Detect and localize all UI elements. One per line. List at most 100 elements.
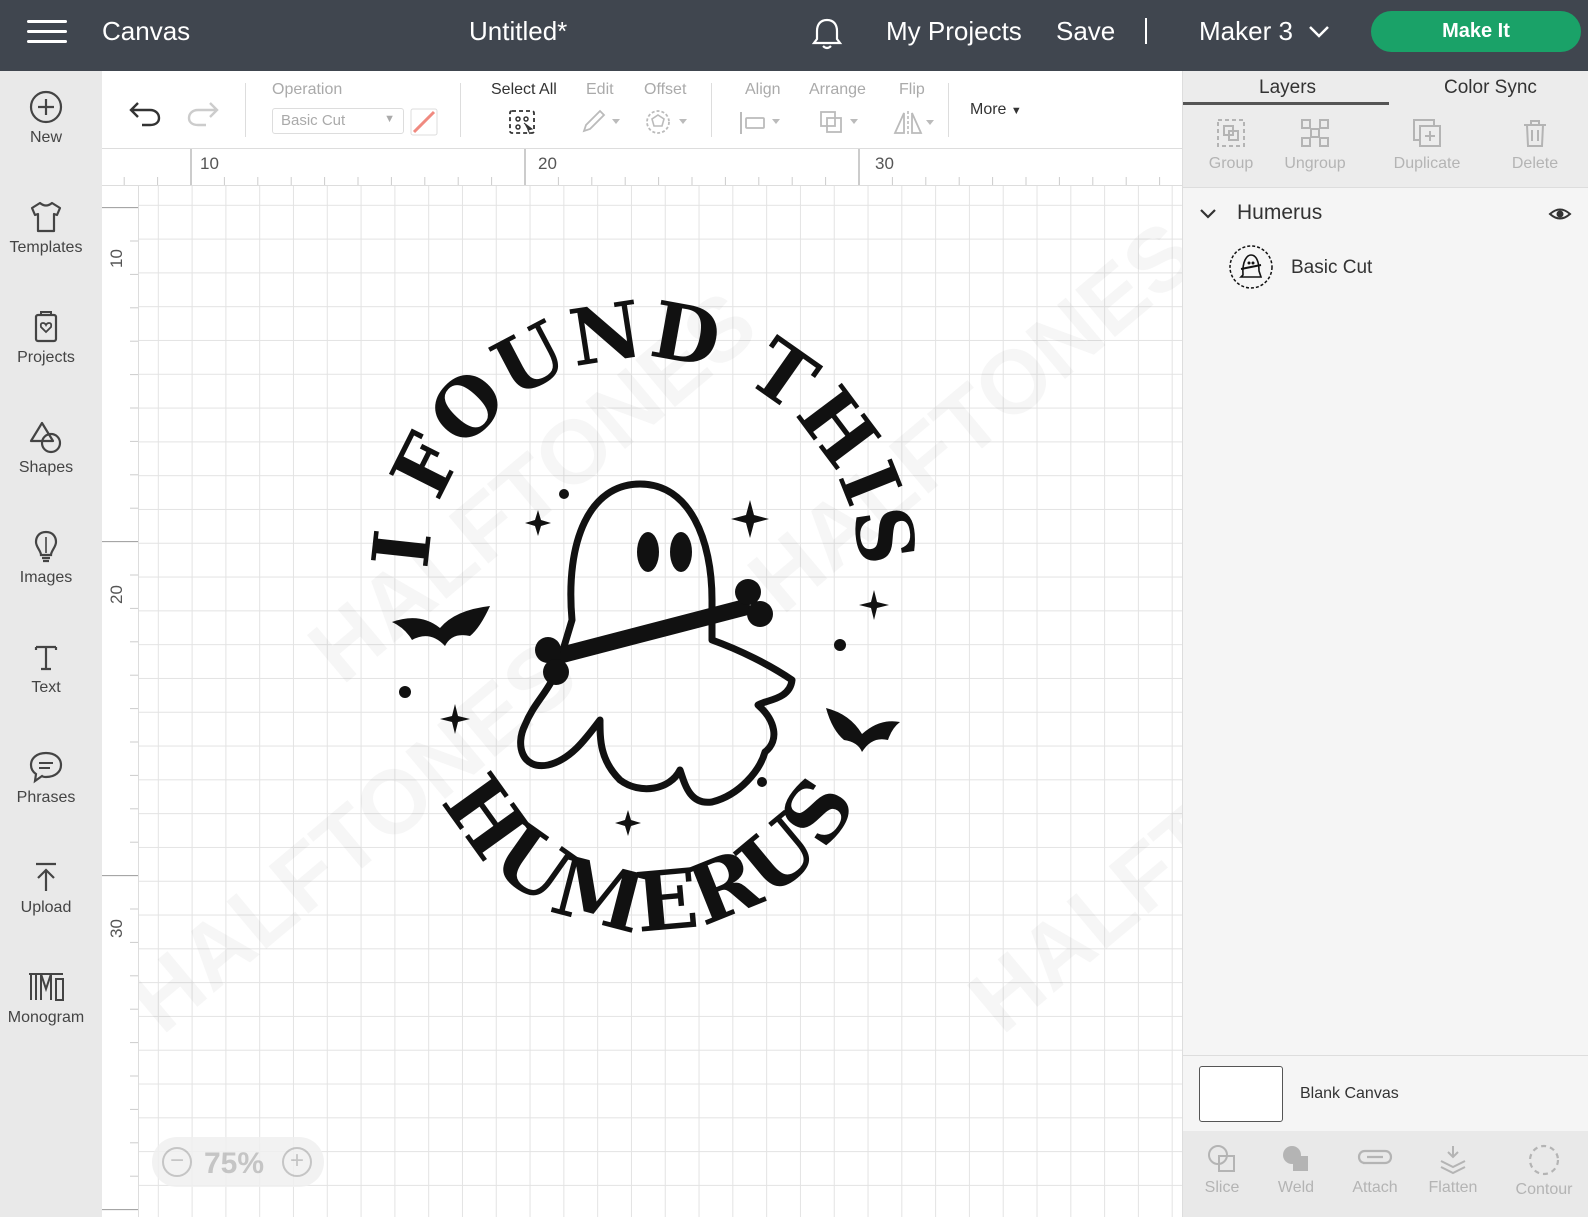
- my-projects-link[interactable]: My Projects: [886, 16, 1022, 47]
- delete-button[interactable]: Delete: [1503, 117, 1567, 173]
- flip-icon[interactable]: [892, 108, 938, 138]
- design-top-text: I FOUND THIS: [356, 284, 933, 573]
- blank-canvas-swatch[interactable]: [1199, 1066, 1283, 1122]
- document-title[interactable]: Untitled*: [469, 16, 567, 47]
- slice-label: Slice: [1204, 1179, 1240, 1196]
- design-canvas[interactable]: HALFTONES HALFTONES HALFTONES HALFTONES …: [139, 186, 1182, 1217]
- align-icon[interactable]: [738, 109, 784, 137]
- edit-label: Edit: [586, 81, 614, 98]
- speech-bubble-icon: [29, 751, 63, 784]
- weld-button[interactable]: Weld: [1271, 1143, 1321, 1197]
- hamburger-menu-icon[interactable]: [27, 20, 67, 44]
- flatten-icon: [1440, 1146, 1466, 1175]
- duplicate-label: Duplicate: [1393, 155, 1461, 172]
- duplicate-button[interactable]: Duplicate: [1387, 117, 1467, 173]
- ghost-eye: [670, 532, 692, 572]
- sidebar-item-label: Text: [31, 679, 61, 696]
- sidebar-item-projects[interactable]: Projects: [0, 309, 92, 367]
- toolbar-divider: [948, 83, 949, 137]
- left-ruler: 10 20 30: [102, 186, 139, 1217]
- machine-select[interactable]: Maker 3: [1199, 16, 1293, 47]
- sidebar-item-shapes[interactable]: Shapes: [0, 419, 92, 477]
- shapes-icon: [29, 421, 62, 454]
- blank-canvas-row[interactable]: Blank Canvas: [1183, 1055, 1588, 1131]
- sidebar-item-phrases[interactable]: Phrases: [0, 749, 92, 807]
- text-icon: [34, 645, 58, 671]
- layer-thumbnail: [1229, 245, 1273, 289]
- sidebar-item-monogram[interactable]: Monogram: [0, 969, 92, 1027]
- sidebar-item-new[interactable]: New: [0, 89, 92, 147]
- make-it-button[interactable]: Make It: [1371, 11, 1581, 52]
- blank-canvas-label: Blank Canvas: [1300, 1085, 1399, 1102]
- layer-group-row[interactable]: Humerus: [1183, 189, 1588, 239]
- sidebar-item-label: Upload: [20, 899, 72, 916]
- tab-color-sync[interactable]: Color Sync: [1444, 77, 1537, 99]
- contour-button[interactable]: Contour: [1509, 1143, 1579, 1199]
- offset-label: Offset: [644, 81, 687, 98]
- duplicate-icon: [1413, 119, 1441, 147]
- layer-name: Basic Cut: [1291, 257, 1373, 278]
- more-label: More: [970, 101, 1007, 118]
- group-button[interactable]: Group: [1199, 117, 1263, 173]
- sidebar-item-label: Monogram: [7, 1009, 85, 1026]
- sidebar-item-label: Phrases: [16, 789, 76, 806]
- sidebar-item-text[interactable]: Text: [0, 639, 92, 697]
- zoom-in-button[interactable]: +: [282, 1147, 312, 1177]
- redo-icon[interactable]: [186, 99, 220, 127]
- attach-button[interactable]: Attach: [1345, 1143, 1405, 1197]
- edit-pencil-icon[interactable]: [580, 109, 622, 135]
- dropdown-arrow-icon: ▼: [384, 113, 395, 125]
- layer-row[interactable]: Basic Cut: [1183, 239, 1588, 299]
- zoom-control: − 75% +: [152, 1137, 324, 1187]
- slice-button[interactable]: Slice: [1197, 1143, 1247, 1197]
- layers-panel: Layers Color Sync Group Ungroup Duplicat…: [1182, 71, 1588, 1217]
- eye-icon[interactable]: [1548, 205, 1572, 223]
- select-all-icon[interactable]: [508, 109, 538, 137]
- attach-label: Attach: [1352, 1179, 1398, 1196]
- ungroup-icon: [1301, 119, 1329, 147]
- bell-icon[interactable]: [810, 16, 844, 52]
- panel-tabs: Layers Color Sync: [1183, 71, 1588, 105]
- sidebar-item-upload[interactable]: Upload: [0, 859, 92, 917]
- ruler-label: 30: [875, 154, 894, 173]
- monogram-icon: [29, 973, 64, 1001]
- save-button[interactable]: Save: [1056, 16, 1115, 47]
- group-icon: [1217, 119, 1245, 147]
- layer-actions: Group Ungroup Duplicate Delete: [1183, 105, 1588, 188]
- ruler-label: 30: [107, 919, 126, 938]
- arrange-icon[interactable]: [818, 109, 864, 137]
- humerus-design[interactable]: I FOUND THIS HUMERUS: [139, 186, 1182, 1217]
- ungroup-button[interactable]: Ungroup: [1279, 117, 1351, 173]
- more-menu[interactable]: More ▼: [970, 101, 1022, 119]
- color-swatch-icon[interactable]: [410, 108, 438, 136]
- ruler-label: 10: [200, 154, 219, 173]
- slice-icon: [1208, 1145, 1235, 1172]
- sidebar-item-templates[interactable]: Templates: [0, 199, 92, 257]
- group-label: Group: [1208, 155, 1254, 172]
- flip-label: Flip: [899, 81, 925, 98]
- zoom-out-button[interactable]: −: [162, 1147, 192, 1177]
- chevron-down-icon[interactable]: [1199, 207, 1217, 221]
- chevron-down-icon[interactable]: [1308, 24, 1330, 40]
- contour-icon: [1528, 1144, 1560, 1176]
- offset-icon[interactable]: [645, 109, 691, 137]
- edit-toolbar: Operation Basic Cut ▼ Select All Edit Of…: [102, 71, 1182, 149]
- sidebar-item-label: Shapes: [18, 459, 74, 476]
- toolbar-divider: [245, 83, 246, 137]
- layer-bottom-actions: Slice Weld Attach Flatten Contour: [1183, 1131, 1588, 1217]
- plus-circle-icon: [29, 90, 63, 124]
- sidebar-item-images[interactable]: Images: [0, 529, 92, 587]
- left-sidebar: New Templates Projects Shapes Images Tex…: [0, 71, 102, 1217]
- trash-icon: [1524, 120, 1546, 147]
- top-bar: Canvas Untitled* My Projects Save Maker …: [0, 0, 1588, 71]
- bat-icon: [392, 606, 490, 646]
- sidebar-item-label: Images: [19, 569, 73, 586]
- flatten-button[interactable]: Flatten: [1423, 1143, 1483, 1197]
- operation-value: Basic Cut: [281, 112, 346, 129]
- undo-icon[interactable]: [128, 99, 162, 127]
- top-ruler: 10 20 30: [102, 149, 1182, 186]
- tab-layers[interactable]: Layers: [1259, 77, 1316, 99]
- operation-select[interactable]: Basic Cut ▼: [272, 108, 404, 134]
- ruler-label: 20: [538, 154, 557, 173]
- delete-label: Delete: [1511, 155, 1559, 172]
